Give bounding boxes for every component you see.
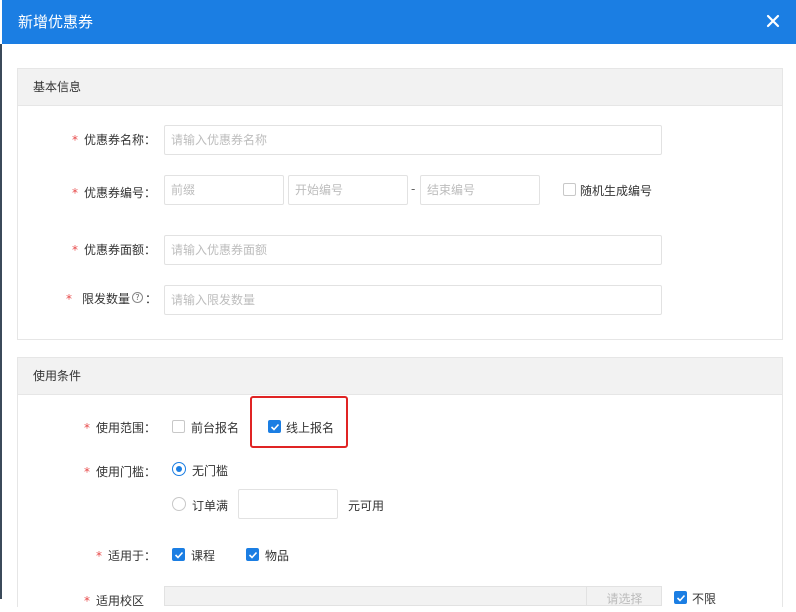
threshold-none-radio[interactable] [172,462,186,476]
scope-frontdesk-label: 前台报名 [191,421,240,435]
question-circle-icon[interactable]: ? [132,292,143,303]
apply-item-label: 物品 [265,549,290,563]
code-start-input[interactable]: 开始编号 [288,175,408,205]
check-icon [676,594,686,602]
campus-label: * 适用校区 [84,594,145,608]
threshold-suffix: 元可用 [348,499,385,513]
left-edge [0,44,2,599]
scope-frontdesk-checkbox[interactable] [172,420,185,433]
coupon-amount-input[interactable]: 请输入优惠券面额 [164,235,662,265]
issue-limit-label: * 限发数量 [66,292,131,306]
close-icon[interactable] [764,12,782,30]
threshold-order-label: 订单满 [192,499,229,513]
apply-to-label: * 适用于： [96,549,157,563]
code-end-input[interactable]: 结束编号 [420,175,540,205]
apply-item-checkbox[interactable] [246,548,259,561]
apply-course-checkbox[interactable] [172,548,185,561]
highlight-box [250,396,348,448]
random-code-label: 随机生成编号 [580,184,653,198]
section-title-conditions: 使用条件 [18,358,782,395]
check-icon [248,551,258,559]
dialog-title: 新增优惠券 [18,13,94,31]
coupon-code-label: * 优惠券编号： [72,186,157,200]
code-range-dash: - [411,182,416,196]
coupon-name-input[interactable]: 请输入优惠券名称 [164,125,662,155]
coupon-amount-label: * 优惠券面额： [72,243,157,257]
conditions-section: 使用条件 [17,357,783,607]
code-prefix-input[interactable]: 前缀 [164,175,284,205]
section-title-basic: 基本信息 [18,69,782,106]
apply-course-label: 课程 [191,549,216,563]
coupon-name-label: * 优惠券名称： [72,133,157,147]
campus-select-button[interactable]: 请选择 [586,586,662,606]
issue-limit-colon: ： [145,292,158,306]
random-code-checkbox[interactable] [563,183,576,196]
threshold-order-radio[interactable] [172,497,186,511]
usage-scope-label: * 使用范围： [84,421,157,435]
threshold-amount-input[interactable] [238,489,338,519]
threshold-label: * 使用门槛： [84,465,157,479]
issue-limit-input[interactable]: 请输入限发数量 [164,285,662,315]
campus-unlimited-checkbox[interactable] [674,591,687,604]
check-icon [174,551,184,559]
dialog-header: 新增优惠券 [2,0,796,44]
threshold-none-label: 无门槛 [192,464,229,478]
